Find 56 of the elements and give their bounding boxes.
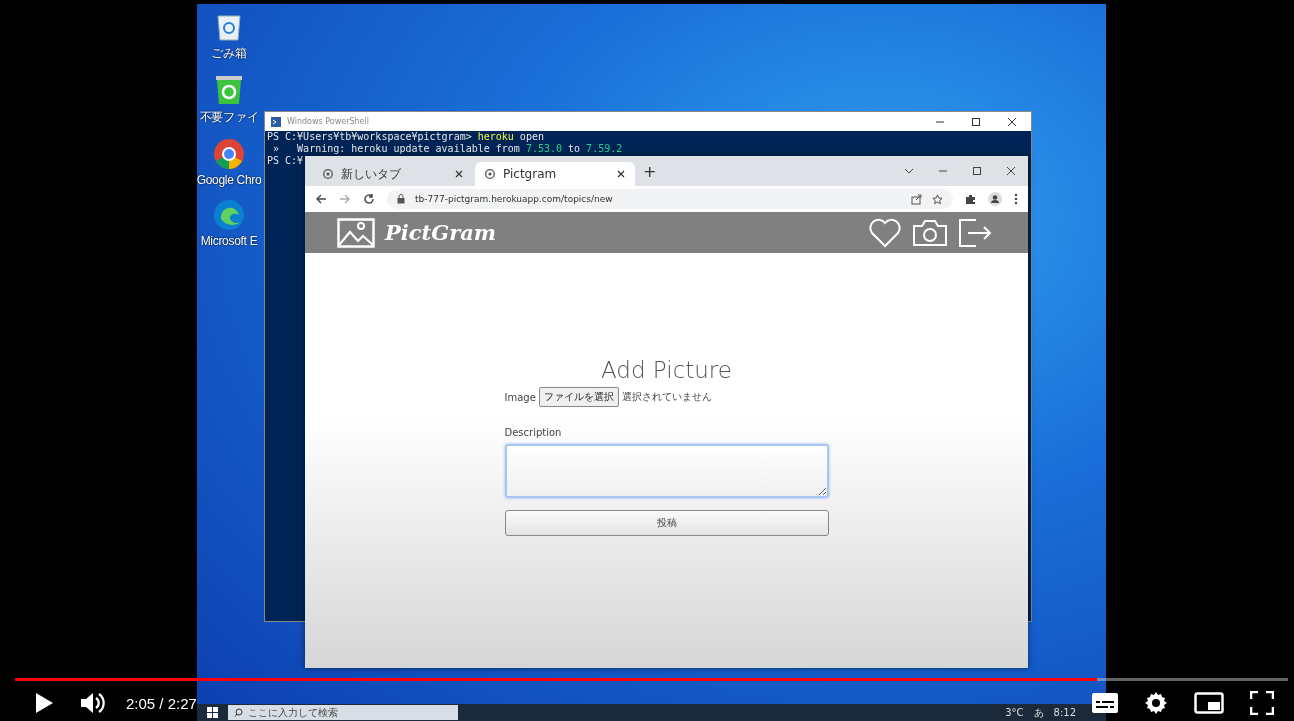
address-bar[interactable]: tb-777-pictgram.herokuapp.com/topics/new [387,189,953,209]
subtitles-icon[interactable] [1092,693,1118,713]
desktop-icon-label[interactable]: ごみ箱 [211,45,247,62]
lock-icon [397,194,405,204]
playback-time: 2:05 / 2:27 [126,694,197,712]
heart-icon[interactable] [868,217,902,248]
play-icon[interactable] [34,692,54,714]
share-icon[interactable] [911,193,922,205]
logout-icon[interactable] [958,217,992,248]
close-icon[interactable] [455,170,463,178]
recycle-bin-icon[interactable] [213,74,245,106]
windows-start-icon[interactable] [207,707,218,718]
browser-icon[interactable] [213,138,245,170]
site-logo[interactable]: PictGram [385,220,497,245]
close-icon[interactable] [617,170,625,178]
new-tab-button[interactable]: + [637,161,663,181]
browser-tab[interactable]: Pictgram [475,162,635,186]
temperature-text[interactable]: 3°C [1005,707,1024,718]
puzzle-icon[interactable] [965,193,976,205]
page-heading: Add Picture [600,357,733,383]
submit-button[interactable]: 投稿 [504,510,829,536]
choose-file-button[interactable]: ファイルを選択 [538,387,619,407]
terminal-line: PS C:¥Users¥tb¥workspace¥pictgram> heroku open [267,131,545,143]
camera-icon[interactable] [912,218,948,247]
description-field[interactable] [504,444,829,498]
miniplayer-icon[interactable] [1194,692,1224,714]
field-label: Image [504,391,536,403]
chevron-down-icon[interactable] [904,167,914,175]
field-label: Description [504,427,563,438]
browser-tab[interactable]: 新しいタブ [313,162,473,186]
taskbar-clock[interactable]: 8:12 [1053,707,1076,718]
close-icon[interactable] [1007,116,1017,127]
reload-icon[interactable] [363,193,375,205]
settings-icon[interactable] [1144,691,1168,715]
maximize-icon[interactable] [972,166,982,176]
back-icon[interactable] [315,193,327,205]
terminal-line: » Warning: heroku update available from 7.53.0 to 7.59.2 [272,143,624,155]
maximize-icon[interactable] [971,116,981,127]
star-icon[interactable] [932,193,943,205]
terminal-icon [271,116,281,127]
picture-icon[interactable] [337,217,375,248]
desktop-icon-label[interactable]: 不要ファイ [199,109,259,126]
volume-icon[interactable] [80,692,106,714]
more-icon[interactable] [1014,193,1018,205]
taskbar-search-field[interactable]: ここに入力して検索 [228,705,458,720]
fullscreen-icon[interactable] [1250,691,1274,715]
profile-icon[interactable] [988,192,1002,206]
search-icon [234,708,243,717]
browser-icon[interactable] [213,199,245,231]
terminal-line: PS C:¥ [267,155,305,167]
desktop-icon-label[interactable]: Microsoft E [200,234,258,248]
ime-indicator[interactable]: あ [1033,705,1044,720]
desktop-icon-label[interactable]: Google Chro [196,173,262,187]
file-status-text: 選択されていません [621,390,712,404]
window-title: Windows PowerShell [287,117,369,126]
close-icon[interactable] [1006,166,1016,176]
